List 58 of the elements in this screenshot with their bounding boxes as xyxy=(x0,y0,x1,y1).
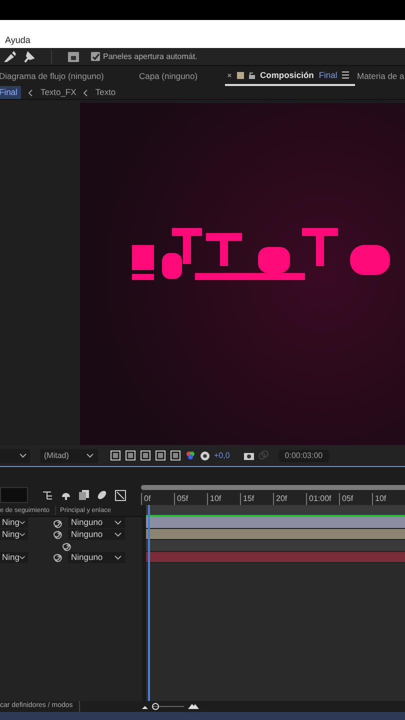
menu-icon[interactable] xyxy=(342,71,350,79)
panel-icon[interactable] xyxy=(68,51,79,62)
parent-dropdown[interactable]: Ninguno xyxy=(68,528,125,540)
panel-tab[interactable]: Materia de a xyxy=(355,66,405,86)
resolution-dropdown[interactable]: (Mitad) xyxy=(40,448,98,462)
close-icon[interactable] xyxy=(227,72,232,78)
frame-blend-icon[interactable] xyxy=(79,490,89,500)
pen-icon[interactable] xyxy=(3,50,17,62)
frame-icon[interactable] xyxy=(155,450,166,461)
menu-item[interactable]: Ayuda xyxy=(5,34,30,47)
search-field[interactable] xyxy=(0,487,28,503)
graph-editor-icon[interactable] xyxy=(115,490,126,500)
parent-dropdown[interactable]: Ninguno xyxy=(68,517,125,528)
layer-bar[interactable] xyxy=(146,517,405,528)
hierarchy-icon[interactable] xyxy=(43,490,53,500)
zoom-out-icon[interactable] xyxy=(142,704,148,710)
panel-tab[interactable]: Diagrama de flujo (ninguno) xyxy=(0,66,137,86)
exposure-value[interactable]: +0,0 xyxy=(214,450,230,462)
pin-icon[interactable] xyxy=(23,50,35,62)
lock-icon xyxy=(249,72,255,78)
motion-blur-icon[interactable] xyxy=(97,490,107,500)
tab-label: Composición xyxy=(260,68,314,82)
region-icon[interactable] xyxy=(110,450,121,461)
color-swatch xyxy=(237,72,244,78)
caret-icon xyxy=(19,452,27,459)
chevron-icon xyxy=(28,88,34,96)
snapshot-area-icon[interactable] xyxy=(170,450,181,461)
caret-icon xyxy=(114,554,122,561)
shy-icon[interactable] xyxy=(61,490,71,500)
pick-whip-icon[interactable] xyxy=(53,518,63,528)
comp-name: Final xyxy=(318,68,338,82)
zoom-dropdown[interactable] xyxy=(0,448,30,462)
pick-whip-icon[interactable] xyxy=(62,540,72,551)
pick-whip-icon[interactable] xyxy=(53,552,63,562)
check-icon xyxy=(92,53,100,60)
grid-icon[interactable] xyxy=(125,450,136,461)
color-channels-icon[interactable] xyxy=(185,450,196,461)
track-matte-dropdown[interactable]: Ning xyxy=(0,528,28,540)
track-matte-dropdown[interactable]: Ning xyxy=(0,517,28,528)
caret-icon xyxy=(86,452,94,459)
layer-bar[interactable] xyxy=(146,528,405,540)
panel-tab[interactable]: Capa (ninguno) xyxy=(137,66,225,86)
chevron-icon xyxy=(83,88,88,96)
parent-dropdown[interactable]: Ninguno xyxy=(68,552,125,563)
mask-icon[interactable] xyxy=(140,450,151,461)
camera-icon[interactable] xyxy=(244,450,254,460)
breadcrumb-item[interactable]: Texto_FX xyxy=(40,86,76,99)
pick-whip-icon[interactable] xyxy=(53,529,63,540)
caret-icon xyxy=(19,554,26,561)
timecode[interactable]: 0:00:03:00 xyxy=(278,450,329,462)
checkbox[interactable] xyxy=(91,52,100,61)
checkbox-label: Paneles apertura automát. xyxy=(103,50,198,62)
breadcrumb-item[interactable]: Texto xyxy=(95,86,116,99)
zoom-in-icon[interactable] xyxy=(188,703,199,710)
breadcrumb-item[interactable]: Final xyxy=(0,86,22,99)
slider-thumb[interactable] xyxy=(152,703,159,710)
exposure-icon[interactable] xyxy=(200,450,210,460)
track-matte-dropdown[interactable]: Ning xyxy=(0,552,28,563)
